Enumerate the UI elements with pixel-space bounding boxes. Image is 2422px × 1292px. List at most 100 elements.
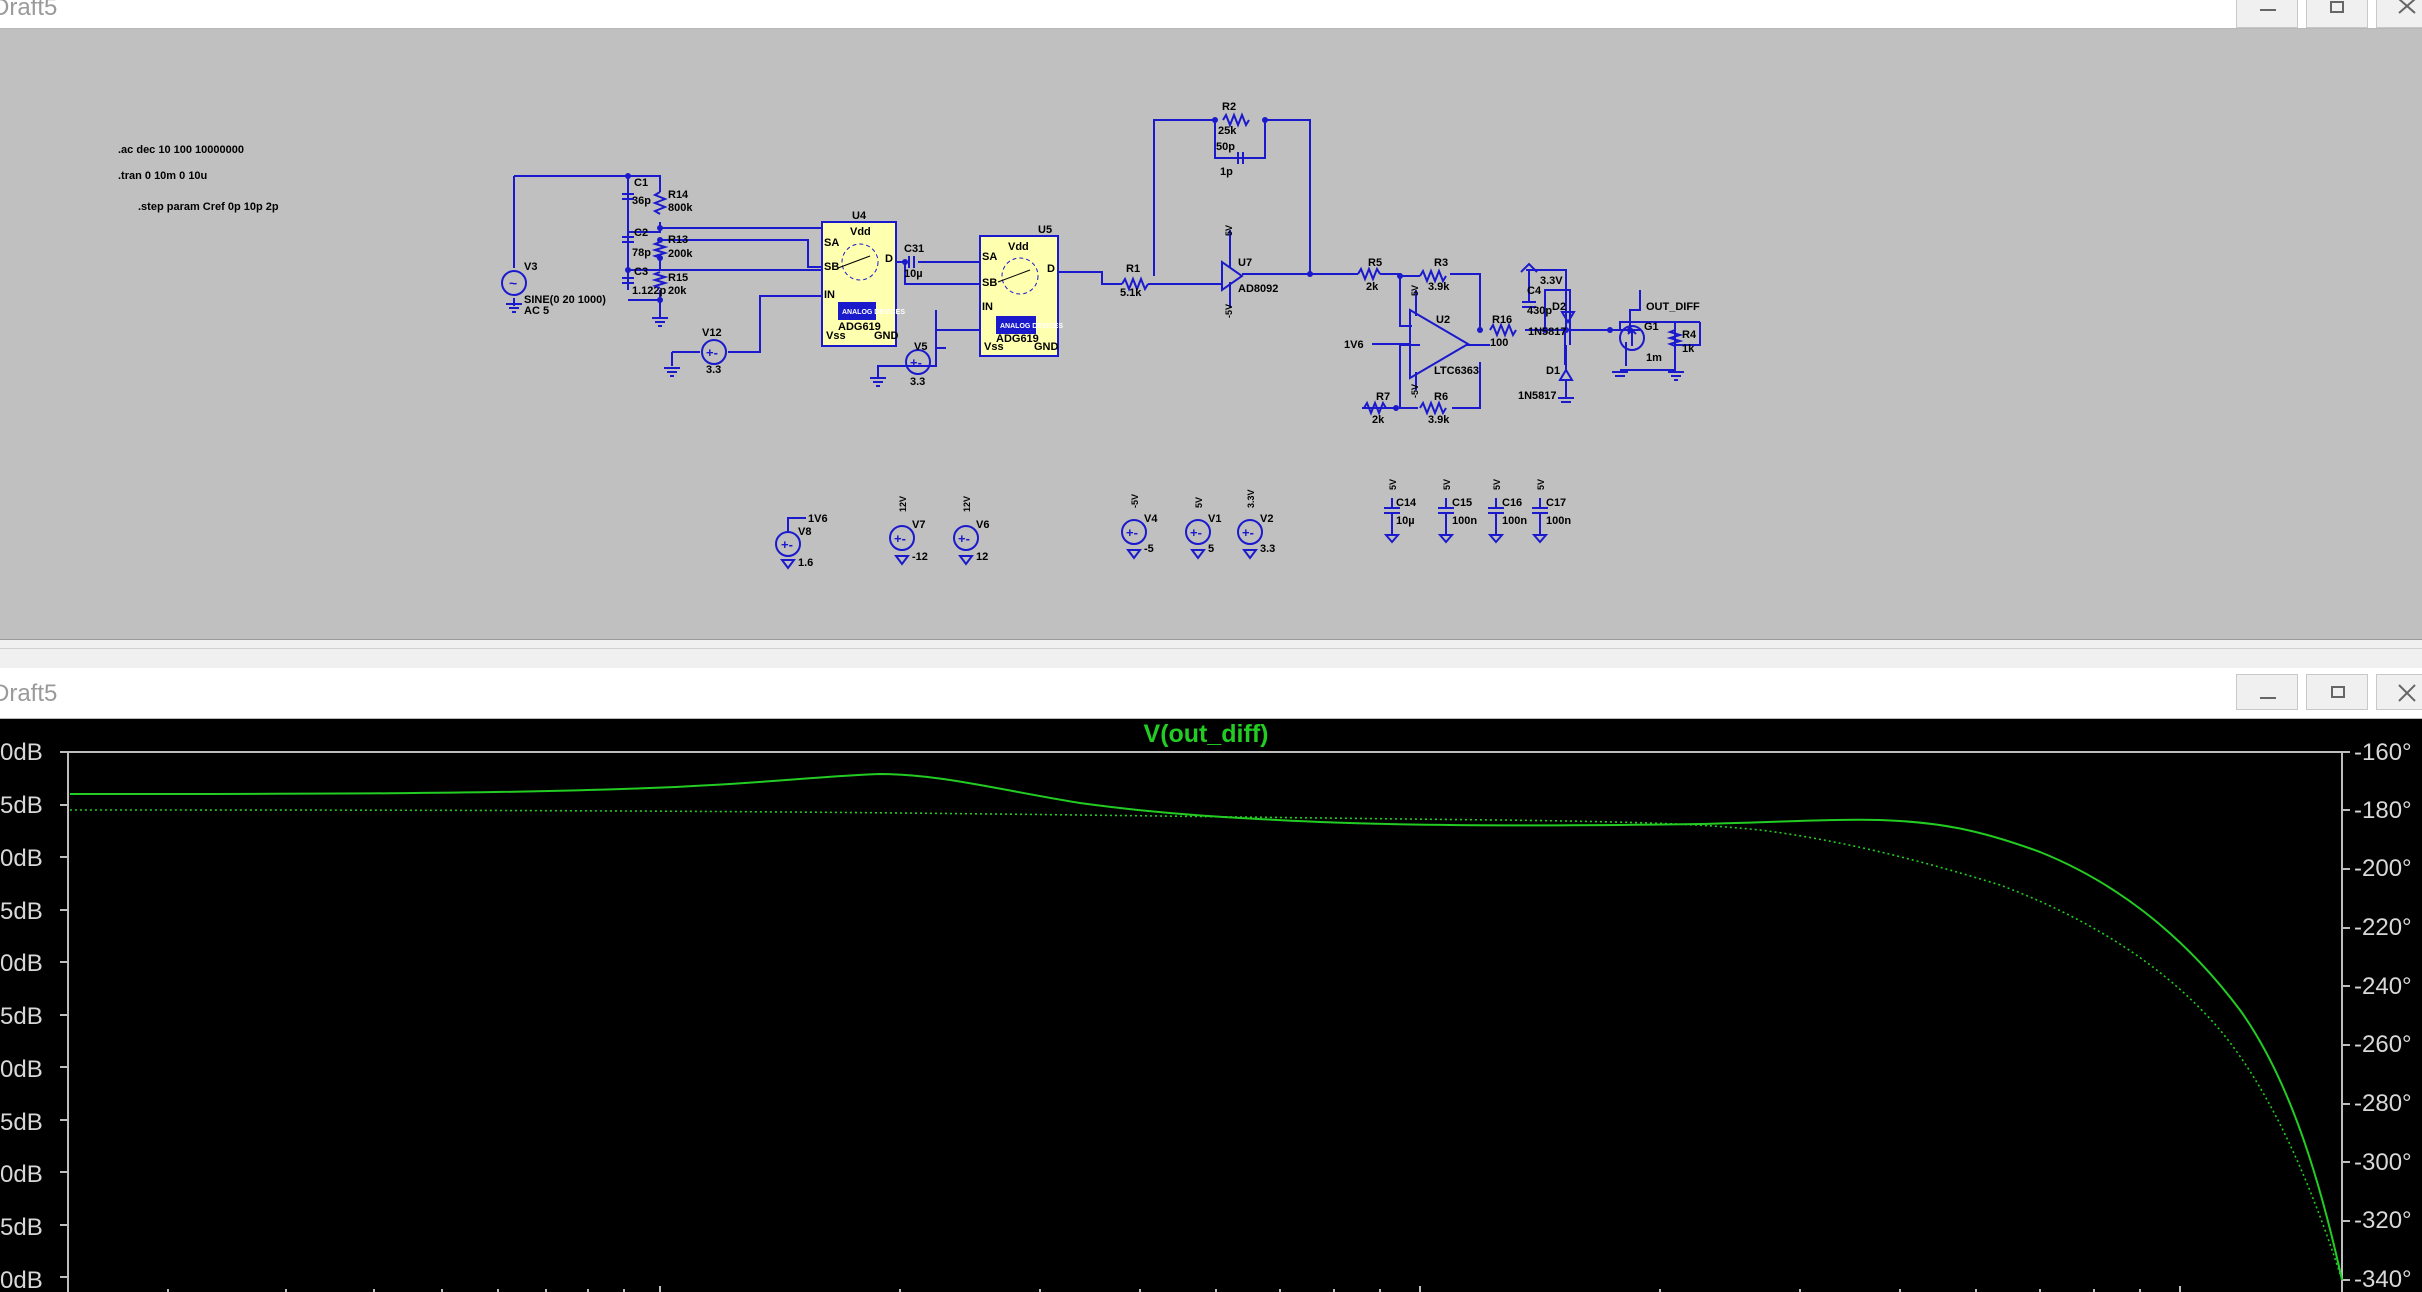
magnitude-trace[interactable]	[69, 772, 2343, 1281]
u7-ad8092[interactable]: U7 AD8092 5V -5V	[1221, 225, 1278, 318]
close-icon	[2398, 684, 2416, 702]
svg-text:1V6: 1V6	[808, 513, 828, 525]
v3-source[interactable]: ~ V3 SINE(0 20 1000) AC 5	[501, 261, 606, 317]
svg-text:1N5817: 1N5817	[1518, 390, 1557, 402]
svg-text:U5: U5	[1038, 224, 1052, 236]
schematic-title-bar: Draft5	[0, 0, 2422, 29]
v5-source[interactable]: +- V5 3.3	[905, 341, 931, 388]
trace-name[interactable]: V(out_diff)	[1144, 720, 1269, 748]
svg-text:5V: 5V	[1388, 479, 1398, 490]
maximize-button[interactable]	[2306, 674, 2368, 710]
minimize-button[interactable]	[2236, 674, 2298, 710]
c3-label: C3	[634, 266, 648, 278]
y-right-tick: -220°	[2354, 914, 2412, 941]
svg-text:R4: R4	[1682, 329, 1697, 341]
svg-text:V4: V4	[1144, 513, 1158, 525]
close-button[interactable]	[2376, 674, 2422, 710]
x-tick-marks	[167, 1286, 2181, 1292]
c14-capacitor[interactable]: 5V C14 10µ	[1383, 479, 1417, 544]
y-right-tick: -320°	[2354, 1207, 2412, 1234]
d1-diode[interactable]	[1558, 368, 1574, 381]
svg-text:+-: +-	[1242, 525, 1254, 540]
c16-capacitor[interactable]: 5V C16 100n	[1487, 479, 1527, 544]
svg-text:430p: 430p	[1527, 305, 1552, 317]
y-left-tick: 5dB	[0, 1214, 43, 1241]
c1-value: 36p	[632, 195, 651, 207]
svg-text:100n: 100n	[1502, 515, 1527, 527]
c17-capacitor[interactable]: 5V C17 100n	[1531, 479, 1571, 544]
svg-text:C15: C15	[1452, 497, 1472, 509]
v8-source[interactable]: +- 1V6 V8 1.6	[775, 513, 828, 570]
waveform-window-title: Draft5	[0, 680, 58, 707]
svg-text:-5V: -5V	[1224, 304, 1234, 318]
svg-text:ADG619: ADG619	[996, 333, 1039, 345]
svg-text:G1: G1	[1644, 321, 1659, 333]
c1-label: C1	[634, 177, 648, 189]
svg-text:25k: 25k	[1218, 125, 1237, 137]
svg-text:5V: 5V	[1536, 479, 1546, 490]
svg-text:R2: R2	[1222, 101, 1236, 113]
schematic-canvas[interactable]: .ac dec 10 100 10000000 .tran 0 10m 0 10…	[0, 29, 2422, 640]
step-directive[interactable]: .step param Cref 0p 10p 2p	[138, 201, 279, 213]
svg-text:-12: -12	[912, 551, 928, 563]
svg-text:1k: 1k	[1682, 343, 1695, 355]
svg-text:5V: 5V	[1492, 479, 1502, 490]
svg-text:2k: 2k	[1366, 281, 1379, 293]
svg-text:Vdd: Vdd	[850, 226, 871, 238]
svg-text:+-: +-	[781, 537, 793, 552]
y-right-tick: -200°	[2354, 855, 2412, 882]
r16-resistor[interactable]	[1489, 322, 1517, 338]
svg-text:+-: +-	[1126, 525, 1138, 540]
d2-diode[interactable]	[1560, 311, 1576, 324]
maximize-button[interactable]	[2306, 0, 2368, 28]
svg-text:R15: R15	[668, 272, 688, 284]
r6-resistor[interactable]	[1419, 400, 1447, 416]
c15-capacitor[interactable]: 5V C15 100n	[1437, 479, 1477, 544]
svg-text:V6: V6	[976, 519, 989, 531]
waveform-title-bar: Draft5	[0, 668, 2422, 719]
minimize-button[interactable]	[2236, 0, 2298, 28]
phase-trace[interactable]	[69, 809, 2343, 1281]
svg-text:12: 12	[976, 551, 988, 563]
svg-text:SB: SB	[824, 261, 839, 273]
v4-source[interactable]: +- V4 -5 -5V	[1121, 494, 1158, 560]
svg-text:U2: U2	[1436, 314, 1450, 326]
y-left-tick: 5dB	[0, 1109, 43, 1136]
svg-text:5V: 5V	[1442, 479, 1452, 490]
u5-adg619[interactable]: ANALOG DEVICES U5 Vdd SA SB IN D Vss GND…	[979, 224, 1063, 357]
ac-directive[interactable]: .ac dec 10 100 10000000	[118, 144, 244, 156]
wires	[513, 119, 1701, 409]
c31-label: C31	[904, 243, 924, 255]
svg-text:-5V: -5V	[1410, 384, 1420, 398]
u2-ltc6363[interactable]: U2 LTC6363 1V6 5V -5V	[1344, 285, 1479, 398]
tran-directive[interactable]: .tran 0 10m 0 10u	[118, 170, 207, 182]
close-button[interactable]	[2376, 0, 2422, 28]
svg-text:+-: +-	[706, 345, 718, 360]
waveform-plot-area[interactable]: V(out_diff) 0dB 5dB 0dB 5dB 0dB 5dB 0dB …	[0, 719, 2422, 1292]
window-separator	[0, 648, 2422, 669]
r3-resistor[interactable]	[1419, 268, 1447, 284]
svg-text:100n: 100n	[1452, 515, 1477, 527]
u4-adg619[interactable]: ANALOG DEVICES U4 Vdd SA SB IN D Vss GND…	[821, 210, 905, 347]
v2-source[interactable]: +- V2 3.3 3.3V	[1237, 489, 1275, 560]
svg-text:-5V: -5V	[1130, 494, 1140, 508]
v1-source[interactable]: +- V1 5 5V	[1185, 497, 1221, 560]
r2-resistor[interactable]	[1222, 112, 1250, 128]
v6-source[interactable]: +- V6 12 12V	[953, 496, 989, 566]
svg-text:20k: 20k	[668, 285, 687, 297]
svg-text:R14: R14	[668, 189, 689, 201]
svg-text:5V: 5V	[1410, 285, 1420, 296]
y-left-tick: 5dB	[0, 1003, 43, 1030]
svg-text:800k: 800k	[668, 202, 693, 214]
y-right-tick: -340°	[2354, 1266, 2412, 1292]
svg-text:1p: 1p	[1220, 166, 1233, 178]
restore-icon	[2331, 686, 2345, 698]
schematic-window-title: Draft5	[0, 0, 58, 21]
svg-text:1.6: 1.6	[798, 557, 813, 569]
r5-resistor[interactable]	[1357, 266, 1381, 282]
v7-source[interactable]: +- V7 -12 12V	[889, 496, 928, 566]
c2-value: 78p	[632, 247, 651, 259]
svg-text:3.9k: 3.9k	[1428, 414, 1450, 426]
svg-text:AD8092: AD8092	[1238, 283, 1278, 295]
svg-text:50p: 50p	[1216, 141, 1235, 153]
